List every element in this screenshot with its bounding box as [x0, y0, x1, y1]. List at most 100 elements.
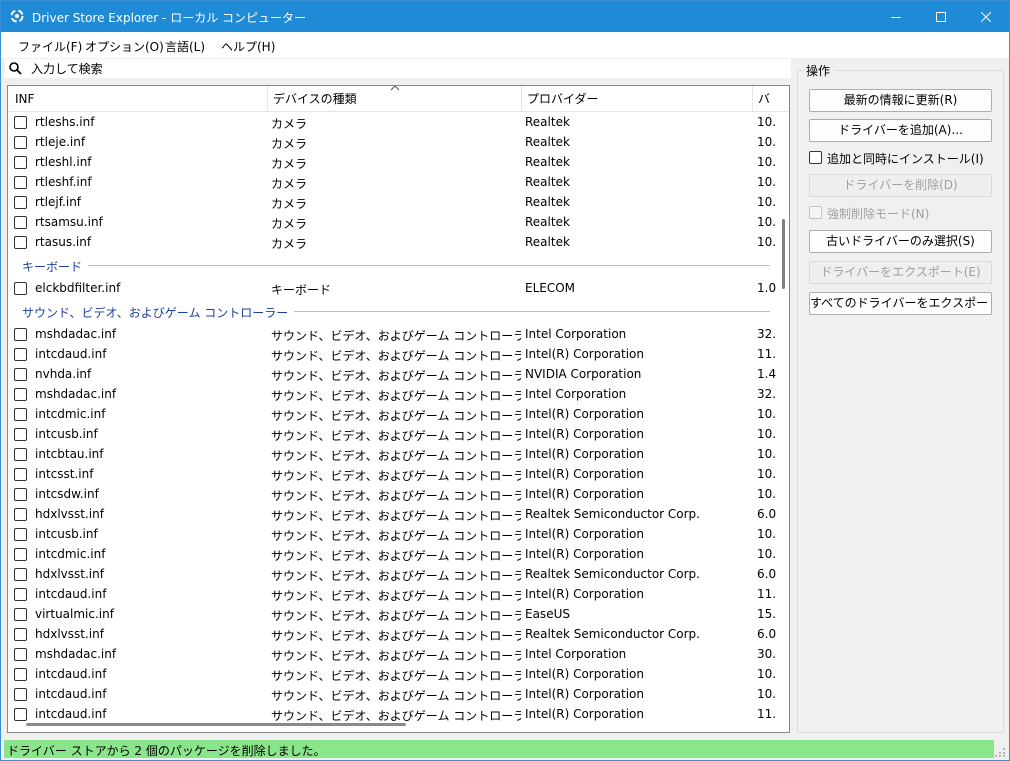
table-row[interactable]: virtualmic.inf サウンド、ビデオ、およびゲーム コントローラー Eas…: [8, 604, 778, 624]
cell-provider: EaseUS: [525, 607, 570, 621]
title-bar[interactable]: Driver Store Explorer - ローカル コンピューター: [1, 1, 1009, 32]
table-row[interactable]: hdxlvsst.inf サウンド、ビデオ、およびゲーム コントローラー Realt…: [8, 624, 778, 644]
table-row[interactable]: intcdmic.inf サウンド、ビデオ、およびゲーム コントローラー Intel…: [8, 404, 778, 424]
table-row[interactable]: rtlejf.inf カメラ Realtek 10.: [8, 192, 778, 212]
cell-inf: hdxlvsst.inf: [35, 567, 104, 581]
row-checkbox[interactable]: [14, 548, 27, 561]
checkbox-box[interactable]: [809, 151, 822, 164]
export-driver-button[interactable]: ドライバーをエクスポート(E): [809, 261, 992, 284]
group-header-sound[interactable]: サウンド、ビデオ、およびゲーム コントローラー: [8, 300, 778, 322]
row-checkbox[interactable]: [14, 156, 27, 169]
table-row[interactable]: nvhda.inf サウンド、ビデオ、およびゲーム コントローラー NVIDIA C…: [8, 364, 778, 384]
table-row[interactable]: intcsdw.inf サウンド、ビデオ、およびゲーム コントローラー Intel(…: [8, 484, 778, 504]
row-checkbox[interactable]: [14, 216, 27, 229]
row-checkbox[interactable]: [14, 176, 27, 189]
table-row[interactable]: mshdadac.inf サウンド、ビデオ、およびゲーム コントローラー Intel…: [8, 324, 778, 344]
cell-version: 1.4: [757, 367, 777, 381]
row-checkbox[interactable]: [14, 368, 27, 381]
scrollbar-thumb[interactable]: [782, 219, 785, 289]
table-row[interactable]: intcdaud.inf サウンド、ビデオ、およびゲーム コントローラー Intel…: [8, 344, 778, 364]
table-row[interactable]: intcsst.inf サウンド、ビデオ、およびゲーム コントローラー Intel(…: [8, 464, 778, 484]
row-checkbox[interactable]: [14, 608, 27, 621]
cell-provider: Realtek: [525, 115, 570, 129]
table-row[interactable]: elckbdfilter.inf キーボード ELECOM 1.0: [8, 278, 778, 298]
row-checkbox[interactable]: [14, 488, 27, 501]
search-input[interactable]: [31, 60, 781, 77]
vertical-scrollbar[interactable]: [778, 112, 789, 712]
menu-language[interactable]: 言語(L): [165, 38, 205, 55]
table-row[interactable]: rtleshf.inf カメラ Realtek 10.: [8, 172, 778, 192]
row-checkbox[interactable]: [14, 328, 27, 341]
table-row[interactable]: hdxlvsst.inf サウンド、ビデオ、およびゲーム コントローラー Realt…: [8, 564, 778, 584]
delete-driver-button[interactable]: ドライバーを削除(D): [809, 174, 992, 197]
table-row[interactable]: rtleshl.inf カメラ Realtek 10.: [8, 152, 778, 172]
table-row[interactable]: intcdaud.inf サウンド、ビデオ、およびゲーム コントローラー Intel…: [8, 664, 778, 684]
table-row[interactable]: mshdadac.inf サウンド、ビデオ、およびゲーム コントローラー Intel…: [8, 644, 778, 664]
row-checkbox[interactable]: [14, 628, 27, 641]
column-version[interactable]: バ: [753, 86, 789, 112]
row-checkbox[interactable]: [14, 236, 27, 249]
cell-inf: elckbdfilter.inf: [35, 281, 121, 295]
add-driver-button[interactable]: ドライバーを追加(A)...: [809, 119, 992, 142]
column-inf[interactable]: INF: [10, 86, 268, 112]
row-checkbox[interactable]: [14, 528, 27, 541]
table-row[interactable]: intcdaud.inf サウンド、ビデオ、およびゲーム コントローラー Intel…: [8, 684, 778, 704]
cell-device-type: サウンド、ビデオ、およびゲーム コントローラー: [271, 349, 521, 363]
row-checkbox[interactable]: [14, 282, 27, 295]
close-icon: [981, 11, 991, 22]
row-checkbox[interactable]: [14, 568, 27, 581]
checkbox-box[interactable]: [809, 206, 822, 219]
scrollbar-thumb[interactable]: [26, 723, 406, 726]
cell-provider: Intel(R) Corporation: [525, 687, 644, 701]
row-checkbox[interactable]: [14, 468, 27, 481]
group-header-keyboard[interactable]: キーボード: [8, 254, 778, 276]
row-checkbox[interactable]: [14, 196, 27, 209]
menu-options[interactable]: オプション(O): [85, 38, 164, 55]
cell-inf: mshdadac.inf: [35, 387, 117, 401]
row-checkbox[interactable]: [14, 136, 27, 149]
horizontal-scrollbar[interactable]: [8, 716, 778, 732]
checkbox-label: 追加と同時にインストール(I): [827, 152, 984, 166]
refresh-button[interactable]: 最新の情報に更新(R): [809, 89, 992, 112]
table-row[interactable]: intcusb.inf サウンド、ビデオ、およびゲーム コントローラー Intel(…: [8, 424, 778, 444]
cell-version: 10.: [757, 155, 777, 169]
table-row[interactable]: intcdaud.inf サウンド、ビデオ、およびゲーム コントローラー Intel…: [8, 584, 778, 604]
column-provider[interactable]: プロバイダー: [522, 86, 752, 112]
cell-device-type: カメラ: [271, 197, 308, 211]
table-row[interactable]: mshdadac.inf サウンド、ビデオ、およびゲーム コントローラー Intel…: [8, 384, 778, 404]
minimize-button[interactable]: [873, 1, 919, 32]
cell-inf: rtleshs.inf: [35, 115, 95, 129]
row-checkbox[interactable]: [14, 648, 27, 661]
maximize-button[interactable]: [918, 1, 964, 32]
menu-help[interactable]: ヘルプ(H): [221, 38, 275, 55]
row-checkbox[interactable]: [14, 508, 27, 521]
cell-version: 10.: [757, 447, 777, 461]
driver-list[interactable]: INF デバイスの種類 プロバイダー バ rtleshs.inf カメラ Realt…: [7, 85, 790, 733]
row-checkbox[interactable]: [14, 388, 27, 401]
table-row[interactable]: hdxlvsst.inf サウンド、ビデオ、およびゲーム コントローラー Realt…: [8, 504, 778, 524]
table-row[interactable]: intcdmic.inf サウンド、ビデオ、およびゲーム コントローラー Intel…: [8, 544, 778, 564]
cell-inf: mshdadac.inf: [35, 647, 117, 661]
column-device-type[interactable]: デバイスの種類: [268, 86, 521, 112]
select-old-drivers-button[interactable]: 古いドライバーのみ選択(S): [809, 230, 992, 253]
table-row[interactable]: rtsamsu.inf カメラ Realtek 10.: [8, 212, 778, 232]
table-row[interactable]: rtleje.inf カメラ Realtek 10.: [8, 132, 778, 152]
cell-provider: Intel Corporation: [525, 387, 627, 401]
export-all-drivers-button[interactable]: すべてのドライバーをエクスポート(P)...: [809, 292, 992, 315]
table-row[interactable]: rtasus.inf カメラ Realtek 10.: [8, 232, 778, 252]
close-button[interactable]: [963, 1, 1009, 32]
row-checkbox[interactable]: [14, 116, 27, 129]
row-checkbox[interactable]: [14, 668, 27, 681]
resize-grip-icon[interactable]: [994, 745, 1006, 757]
row-checkbox[interactable]: [14, 688, 27, 701]
table-row[interactable]: rtleshs.inf カメラ Realtek 10.: [8, 112, 778, 132]
row-checkbox[interactable]: [14, 588, 27, 601]
row-checkbox[interactable]: [14, 428, 27, 441]
table-row[interactable]: intcbtau.inf サウンド、ビデオ、およびゲーム コントローラー Intel…: [8, 444, 778, 464]
row-checkbox[interactable]: [14, 448, 27, 461]
list-rows: rtleshs.inf カメラ Realtek 10. rtleje.inf カメラ Rea…: [8, 112, 778, 723]
menu-file[interactable]: ファイル(F): [18, 38, 82, 55]
row-checkbox[interactable]: [14, 348, 27, 361]
table-row[interactable]: intcusb.inf サウンド、ビデオ、およびゲーム コントローラー Intel(…: [8, 524, 778, 544]
row-checkbox[interactable]: [14, 408, 27, 421]
